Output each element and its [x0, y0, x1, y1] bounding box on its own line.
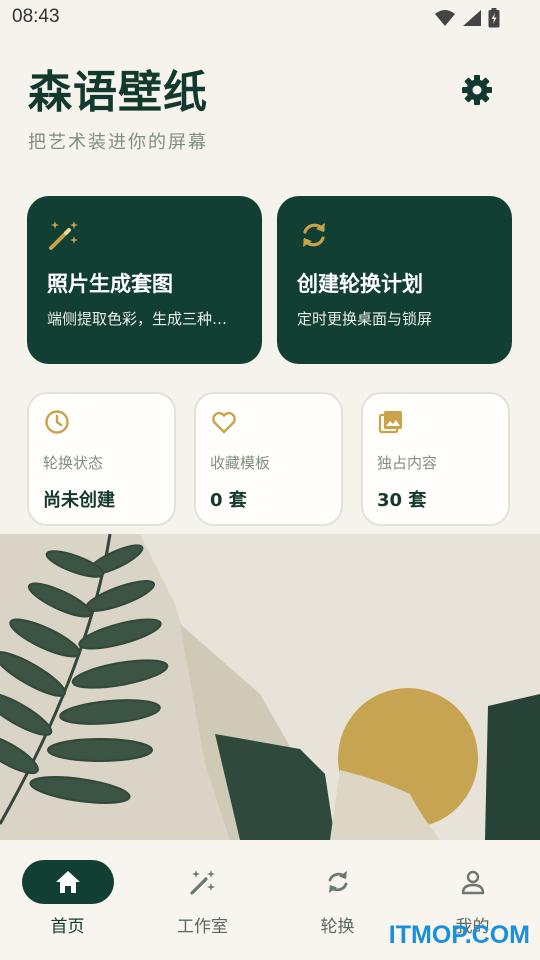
photo-set-card[interactable]: 照片生成套图 端侧提取色彩，生成三种…: [27, 196, 262, 364]
favorite-templates-card[interactable]: 收藏模板 0 套: [194, 392, 343, 526]
feature-card-title: 创建轮换计划: [297, 272, 423, 296]
stat-value: 尚未创建: [43, 490, 115, 511]
status-time: 08:43: [12, 6, 60, 27]
feature-card-description: 定时更换桌面与锁屏: [297, 310, 433, 328]
gear-icon: [462, 75, 492, 105]
wallpaper-preview-image[interactable]: [0, 534, 540, 840]
feature-card-description: 端侧提取色彩，生成三种…: [47, 310, 228, 328]
battery-charging-icon: [488, 8, 500, 28]
nav-label: 首页: [50, 917, 85, 937]
rotate-icon: [328, 871, 347, 893]
stat-label: 独占内容: [377, 454, 438, 472]
app-subtitle: 把艺术装进你的屏幕: [28, 132, 208, 153]
nav-studio[interactable]: 工作室: [135, 840, 270, 960]
nav-label: 轮换: [320, 917, 355, 937]
stat-label: 收藏模板: [210, 454, 271, 472]
clock-icon: [45, 410, 69, 434]
rotation-status-card[interactable]: 轮换状态 尚未创建: [27, 392, 176, 526]
wifi-icon: [435, 10, 455, 26]
exclusive-content-card[interactable]: 独占内容 30 套: [361, 392, 510, 526]
magic-wand-icon: [189, 870, 215, 895]
person-icon: [461, 870, 484, 895]
signal-icon: [463, 10, 481, 26]
stat-value: 0 套: [210, 490, 247, 511]
heart-icon: [212, 411, 236, 434]
wallpaper-artwork: [0, 534, 540, 840]
settings-button[interactable]: [457, 70, 497, 110]
rotation-plan-card[interactable]: 创建轮换计划 定时更换桌面与锁屏: [277, 196, 512, 364]
image-icon: [378, 411, 402, 434]
status-icons: [434, 8, 500, 28]
status-bar: 08:43: [0, 0, 540, 36]
site-watermark: ITMOP.COM: [388, 921, 530, 949]
magic-wand-icon: [49, 221, 78, 250]
feature-card-title: 照片生成套图: [47, 272, 173, 296]
home-icon: [55, 871, 80, 893]
rotate-icon: [303, 223, 325, 247]
nav-home[interactable]: 首页: [0, 840, 135, 960]
stat-value: 30 套: [377, 490, 427, 511]
app-title: 森语壁纸: [28, 67, 208, 118]
nav-label: 工作室: [177, 917, 228, 937]
nav-rotation[interactable]: 轮换: [270, 840, 405, 960]
stat-label: 轮换状态: [43, 454, 104, 472]
